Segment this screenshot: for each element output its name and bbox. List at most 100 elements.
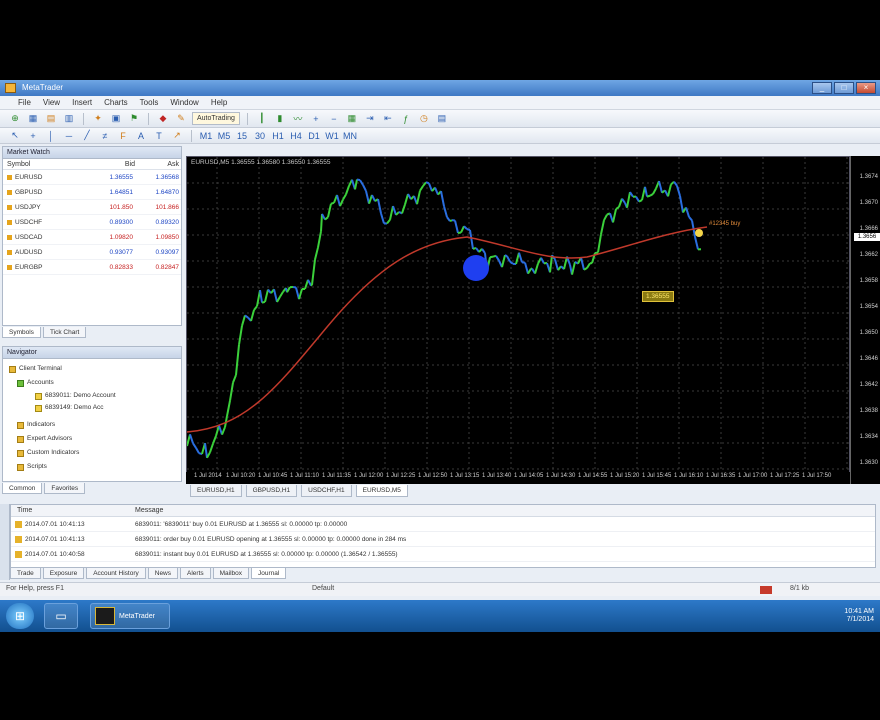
menu-view[interactable]: View [43, 98, 60, 107]
start-button[interactable]: ⊞ [6, 603, 34, 629]
chart-tab-4[interactable]: EURUSD,M5 [355, 485, 408, 497]
tab-mailbox[interactable]: Mailbox [212, 568, 250, 579]
col-message[interactable]: Message [129, 505, 163, 516]
close-button[interactable]: × [856, 82, 876, 94]
trendline-icon[interactable]: ╱ [80, 130, 94, 142]
crosshair-icon[interactable]: + [26, 130, 40, 142]
nav-expert-advisors[interactable]: Expert Advisors [17, 433, 72, 445]
label-icon[interactable]: T [152, 130, 166, 142]
taskbar-metatrader[interactable]: MetaTrader [90, 603, 170, 629]
market-watch-row[interactable]: AUDUSD 0.93077 0.93097 [3, 245, 181, 260]
market-watch-row[interactable]: USDCAD 1.09820 1.09850 [3, 230, 181, 245]
minimize-button[interactable]: _ [812, 82, 832, 94]
chart-tab-3[interactable]: USDCHF,H1 [301, 485, 352, 497]
tab-news[interactable]: News [147, 568, 179, 579]
nav-accounts[interactable]: Accounts [17, 377, 54, 389]
col-bid[interactable]: Bid [87, 159, 135, 169]
chart-tab-1[interactable]: EURUSD,H1 [190, 485, 242, 497]
col-ask[interactable]: Ask [135, 159, 179, 169]
nav-account-2[interactable]: 6839149: Demo Acc [35, 402, 104, 414]
new-chart-icon[interactable]: ⊕ [8, 113, 22, 125]
new-order-icon[interactable]: ◆ [156, 113, 170, 125]
nav-account-1[interactable]: 6839011: Demo Account [35, 390, 116, 402]
periods-icon[interactable]: ◷ [417, 113, 431, 125]
price-chart[interactable]: EURUSD,M5 1.36555 1.36580 1.36550 1.3655… [186, 156, 850, 484]
text-icon[interactable]: A [134, 130, 148, 142]
strategy-tester-icon[interactable]: ⚑ [127, 113, 141, 125]
time-tick: 1 Jul 13:15 [450, 473, 480, 479]
bar-chart-icon[interactable]: ┃ [255, 113, 269, 125]
tile-windows-icon[interactable]: ▦ [345, 113, 359, 125]
autotrading-button[interactable]: AutoTrading [192, 112, 240, 125]
explorer-icon[interactable]: ▭ [44, 603, 78, 629]
market-watch-icon[interactable]: ▤ [44, 113, 58, 125]
menu-help[interactable]: Help [211, 98, 227, 107]
tab-trade[interactable]: Trade [10, 568, 41, 579]
market-watch-row[interactable]: EURGBP 0.82833 0.82847 [3, 260, 181, 275]
time-tick: 1 Jul 17:00 [738, 473, 768, 479]
period-w1[interactable]: W1 [325, 130, 339, 142]
zoom-out-icon[interactable]: − [327, 113, 341, 125]
col-symbol[interactable]: Symbol [3, 159, 87, 169]
nav-custom-indicators[interactable]: Custom Indicators [17, 447, 79, 459]
col-time[interactable]: Time [11, 505, 129, 516]
tab-journal[interactable]: Journal [251, 568, 287, 579]
market-watch-row[interactable]: GBPUSD 1.64851 1.64870 [3, 185, 181, 200]
data-window-icon[interactable]: ▥ [62, 113, 76, 125]
menu-charts[interactable]: Charts [104, 98, 128, 107]
period-mn[interactable]: MN [343, 130, 357, 142]
indicators-icon[interactable]: ƒ [399, 113, 413, 125]
chart-tab-2[interactable]: GBPUSD,H1 [245, 485, 298, 497]
tab-favorites[interactable]: Favorites [44, 483, 86, 494]
templates-icon[interactable]: ▤ [435, 113, 449, 125]
terminal-icon[interactable]: ▣ [109, 113, 123, 125]
chart-canvas[interactable] [187, 157, 850, 473]
line-chart-icon[interactable]: 〰 [291, 113, 305, 125]
menu-file[interactable]: File [18, 98, 31, 107]
system-tray[interactable]: 10:41 AM 7/1/2014 [844, 608, 874, 624]
profiles-icon[interactable]: ▦ [26, 113, 40, 125]
navigator-icon[interactable]: ✦ [91, 113, 105, 125]
nav-scripts[interactable]: Scripts [17, 461, 47, 473]
period-d1[interactable]: D1 [307, 130, 321, 142]
vertical-line-icon[interactable]: │ [44, 130, 58, 142]
chart-shift-icon[interactable]: ⇤ [381, 113, 395, 125]
tab-alerts[interactable]: Alerts [180, 568, 211, 579]
period-h1[interactable]: H1 [271, 130, 285, 142]
menu-insert[interactable]: Insert [72, 98, 92, 107]
period-m30[interactable]: 30 [253, 130, 267, 142]
nav-indicators[interactable]: Indicators [17, 419, 55, 431]
horizontal-line-icon[interactable]: ─ [62, 130, 76, 142]
zoom-in-icon[interactable]: + [309, 113, 323, 125]
fibonacci-icon[interactable]: F [116, 130, 130, 142]
entry-marker[interactable] [695, 229, 703, 237]
period-m5[interactable]: M5 [217, 130, 231, 142]
tab-symbols[interactable]: Symbols [2, 327, 41, 338]
journal-row[interactable]: 2014.07.01 10:40:58 6839011: instant buy … [11, 547, 875, 562]
cursor-icon[interactable]: ↖ [8, 130, 22, 142]
menu-tools[interactable]: Tools [140, 98, 159, 107]
price-segment [603, 214, 608, 221]
market-watch-row[interactable]: EURUSD 1.36555 1.36568 [3, 170, 181, 185]
candlestick-icon[interactable]: ▮ [273, 113, 287, 125]
arrows-icon[interactable]: ↗ [170, 130, 184, 142]
autoscroll-icon[interactable]: ⇥ [363, 113, 377, 125]
market-watch-row[interactable]: USDCHF 0.89300 0.89320 [3, 215, 181, 230]
tab-tick-chart[interactable]: Tick Chart [42, 327, 87, 338]
trade-marker[interactable] [463, 255, 489, 281]
menu-window[interactable]: Window [170, 98, 198, 107]
maximize-button[interactable]: □ [834, 82, 854, 94]
journal-time: 2014.07.01 10:41:13 [11, 517, 129, 531]
channel-icon[interactable]: ≠ [98, 130, 112, 142]
nav-client-terminal[interactable]: Client Terminal [9, 363, 62, 375]
tab-account-history[interactable]: Account History [86, 568, 146, 579]
journal-row[interactable]: 2014.07.01 10:41:13 6839011: order buy 0.… [11, 532, 875, 547]
journal-row[interactable]: 2014.07.01 10:41:13 6839011: '6839011' bu… [11, 517, 875, 532]
tab-common[interactable]: Common [2, 483, 43, 494]
period-m1[interactable]: M1 [199, 130, 213, 142]
market-watch-row[interactable]: USDJPY 101.850 101.866 [3, 200, 181, 215]
period-h4[interactable]: H4 [289, 130, 303, 142]
period-m15[interactable]: 15 [235, 130, 249, 142]
metaeditor-icon[interactable]: ✎ [174, 113, 188, 125]
tab-exposure[interactable]: Exposure [42, 568, 85, 579]
